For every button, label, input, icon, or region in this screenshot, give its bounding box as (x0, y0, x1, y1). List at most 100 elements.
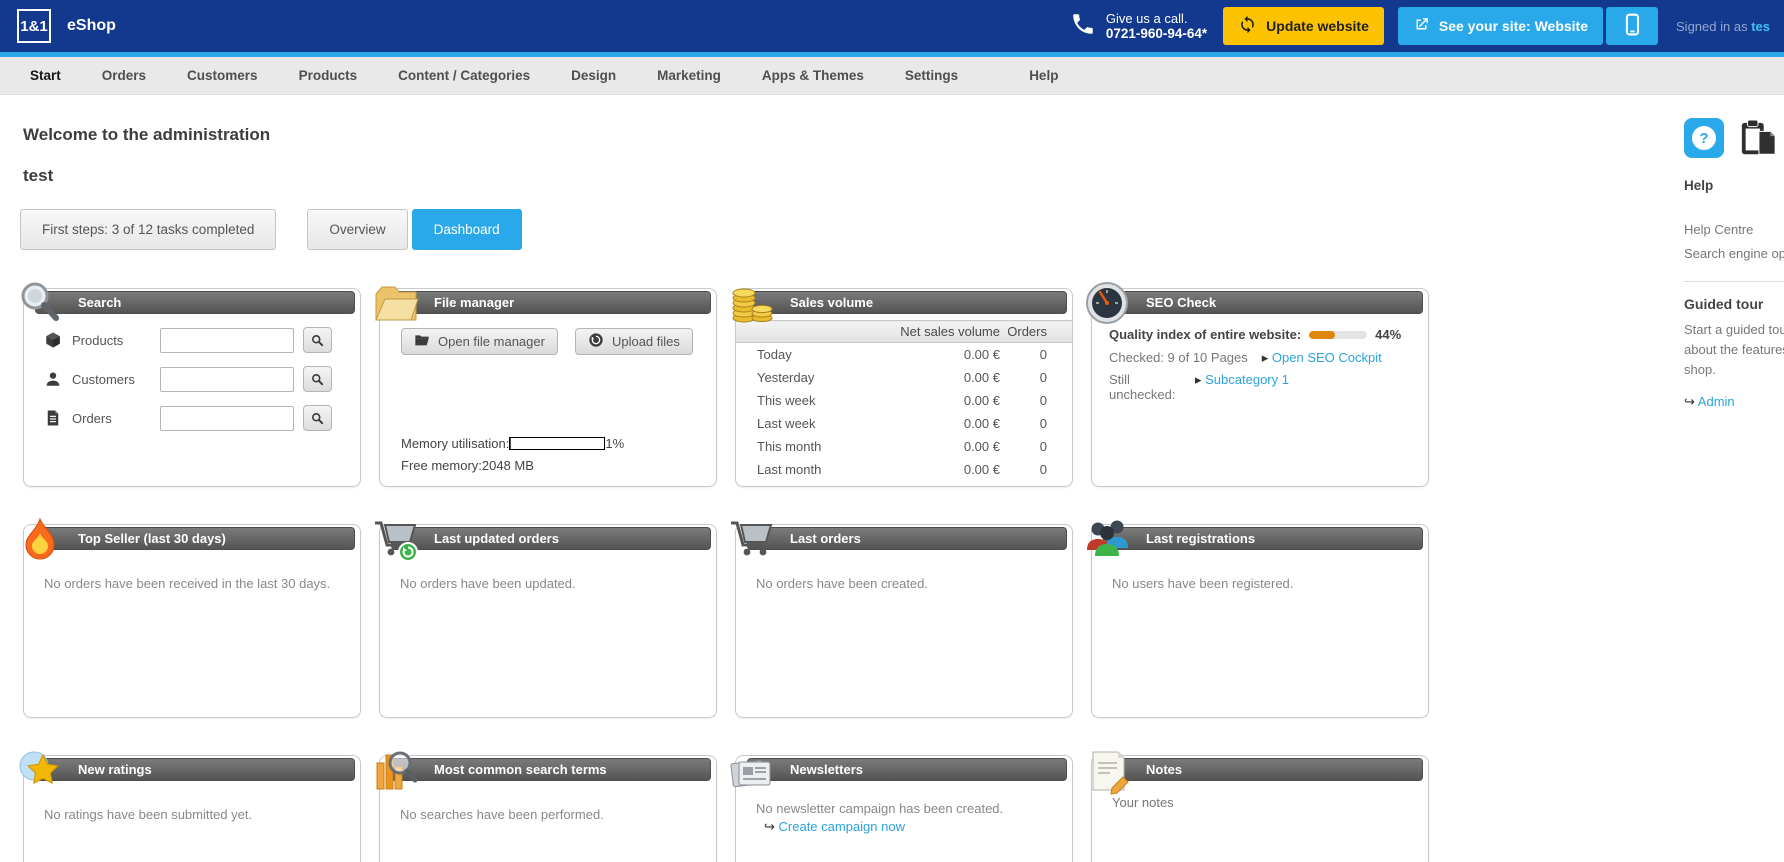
nav-item-products[interactable]: Products (299, 68, 358, 83)
table-row: This week 0.00 € 0 (757, 392, 1047, 408)
widget-search: Search Products Customers Orders (21, 282, 361, 487)
main-nav: Start Orders Customers Products Content … (0, 57, 1784, 95)
tab-first-steps[interactable]: First steps: 3 of 12 tasks completed (20, 209, 277, 250)
help-button[interactable]: ? (1684, 118, 1724, 158)
create-campaign-link[interactable]: Create campaign now (764, 819, 905, 834)
admin-link[interactable]: Admin (1684, 394, 1735, 409)
empty-state-text: No orders have been received in the last… (44, 576, 331, 591)
help-sidebar: ? Help Help Centre Search engine op Guid… (1684, 118, 1784, 410)
widget-header: Last registrations (1103, 527, 1423, 550)
dashboard-grid: Search Products Customers Orders File ma… (19, 282, 1429, 862)
widget-header: File manager (391, 291, 711, 314)
subcategory-link[interactable]: Subcategory 1 (1195, 372, 1289, 402)
clipboard-copy-icon[interactable] (1739, 118, 1777, 165)
folder-3d-icon (372, 280, 420, 326)
search-stats-icon (372, 747, 420, 793)
widget-last-registrations: Last registrations No users have been re… (1087, 520, 1429, 718)
tab-overview[interactable]: Overview (307, 209, 408, 250)
search-orders-label: Orders (72, 410, 112, 426)
quality-index-label: Quality index of entire website: (1109, 327, 1302, 342)
widget-header: Newsletters (747, 758, 1067, 781)
empty-state-text: No searches have been performed. (400, 807, 604, 822)
mobile-preview-button[interactable] (1606, 7, 1659, 45)
your-notes-label: Your notes (1112, 795, 1174, 810)
widget-top-seller: Top Seller (last 30 days) No orders have… (23, 517, 361, 718)
quality-index-bar (1309, 330, 1368, 339)
search-orders-input[interactable] (160, 405, 294, 431)
widget-header: New ratings (35, 758, 355, 781)
folder-icon (414, 333, 430, 350)
star-icon (16, 747, 64, 793)
quality-index-percent: 44% (1375, 327, 1402, 342)
phone-caption: Give us a call. (1105, 11, 1188, 26)
empty-state-text: No users have been registered. (1112, 576, 1294, 591)
help-centre-link[interactable]: Help Centre (1684, 218, 1784, 242)
widget-newsletters: Newsletters No newsletter campaign has b… (730, 755, 1073, 862)
view-tabs: First steps: 3 of 12 tasks completed Ove… (20, 209, 1429, 250)
free-memory-label: Free memory:2048 MB (401, 458, 534, 473)
widget-new-ratings: New ratings No ratings have been submitt… (19, 751, 361, 862)
seo-help-link[interactable]: Search engine op (1684, 242, 1784, 266)
app-name: eShop (67, 17, 116, 34)
table-row: Last month 0.00 € 0 (757, 461, 1047, 477)
nav-item-help[interactable]: Help (1029, 68, 1058, 83)
widget-header: Sales volume (747, 291, 1067, 314)
see-your-site-button[interactable]: See your site: Website (1397, 7, 1604, 45)
external-link-icon (1413, 16, 1430, 36)
empty-state-text: No ratings have been submitted yet. (44, 807, 253, 822)
page-title: Welcome to the administration (23, 125, 271, 144)
search-products-button[interactable] (303, 327, 332, 353)
divider (1684, 281, 1784, 282)
customer-person-icon (44, 370, 64, 388)
flame-icon (16, 516, 64, 562)
search-customers-input[interactable] (160, 366, 294, 392)
empty-state-text: No orders have been created. (756, 576, 928, 591)
table-row: This month 0.00 € 0 (757, 438, 1047, 454)
open-seo-cockpit-link[interactable]: Open SEO Cockpit (1262, 350, 1382, 366)
memory-utilisation-percent: 1% (605, 436, 625, 451)
signed-in-status: Signed in as tes (1676, 18, 1770, 34)
search-orders-button[interactable] (303, 405, 332, 431)
brand-logo: 1&1 (17, 9, 51, 43)
question-mark-icon: ? (1692, 126, 1716, 150)
widget-header: SEO Check (1103, 291, 1423, 314)
column-orders: Orders (1004, 320, 1072, 343)
tab-dashboard[interactable]: Dashboard (411, 209, 522, 250)
upload-refresh-icon (588, 332, 604, 351)
search-customers-button[interactable] (303, 366, 332, 392)
memory-utilisation-label: Memory utilisation: (401, 436, 510, 451)
page-title-shop-name: test (23, 166, 54, 185)
notes-icon (1084, 747, 1132, 795)
nav-item-marketing[interactable]: Marketing (657, 68, 721, 83)
empty-state-text: No orders have been updated. (400, 576, 576, 591)
order-document-icon (44, 409, 64, 427)
search-products-label: Products (72, 332, 124, 348)
update-website-button[interactable]: Update website (1223, 7, 1384, 45)
search-customers-label: Customers (72, 371, 135, 387)
open-file-manager-button[interactable]: Open file manager (401, 328, 558, 355)
nav-item-customers[interactable]: Customers (187, 68, 258, 83)
nav-item-content-categories[interactable]: Content / Categories (398, 68, 530, 83)
cart-refresh-icon (372, 516, 420, 562)
widget-last-orders: Last orders No orders have been created. (731, 521, 1073, 718)
upload-files-button[interactable]: Upload files (574, 328, 693, 355)
nav-item-apps-themes[interactable]: Apps & Themes (762, 68, 864, 83)
product-cube-icon (44, 331, 64, 349)
phone-number: 0721-960-94-64* (1105, 26, 1208, 41)
nav-item-orders[interactable]: Orders (102, 68, 146, 83)
signed-in-user-link[interactable]: tes (1751, 19, 1770, 34)
gauge-3d-icon (1084, 280, 1132, 326)
widget-header: Last updated orders (391, 527, 711, 550)
newsletter-icon (728, 747, 776, 793)
widget-file-manager: File manager Open file manager Upload fi… (375, 286, 717, 487)
magnifier-3d-icon (16, 280, 64, 326)
nav-item-design[interactable]: Design (571, 68, 616, 83)
widget-search-terms: Most common search terms No searches hav… (376, 751, 717, 862)
widget-last-updated-orders: Last updated orders No orders have been … (375, 521, 717, 718)
people-group-icon (1084, 516, 1132, 562)
nav-item-settings[interactable]: Settings (905, 68, 958, 83)
nav-item-start[interactable]: Start (30, 68, 61, 83)
search-products-input[interactable] (160, 327, 294, 353)
refresh-icon (1238, 15, 1257, 37)
widget-notes: Notes Your notes (1091, 751, 1429, 862)
